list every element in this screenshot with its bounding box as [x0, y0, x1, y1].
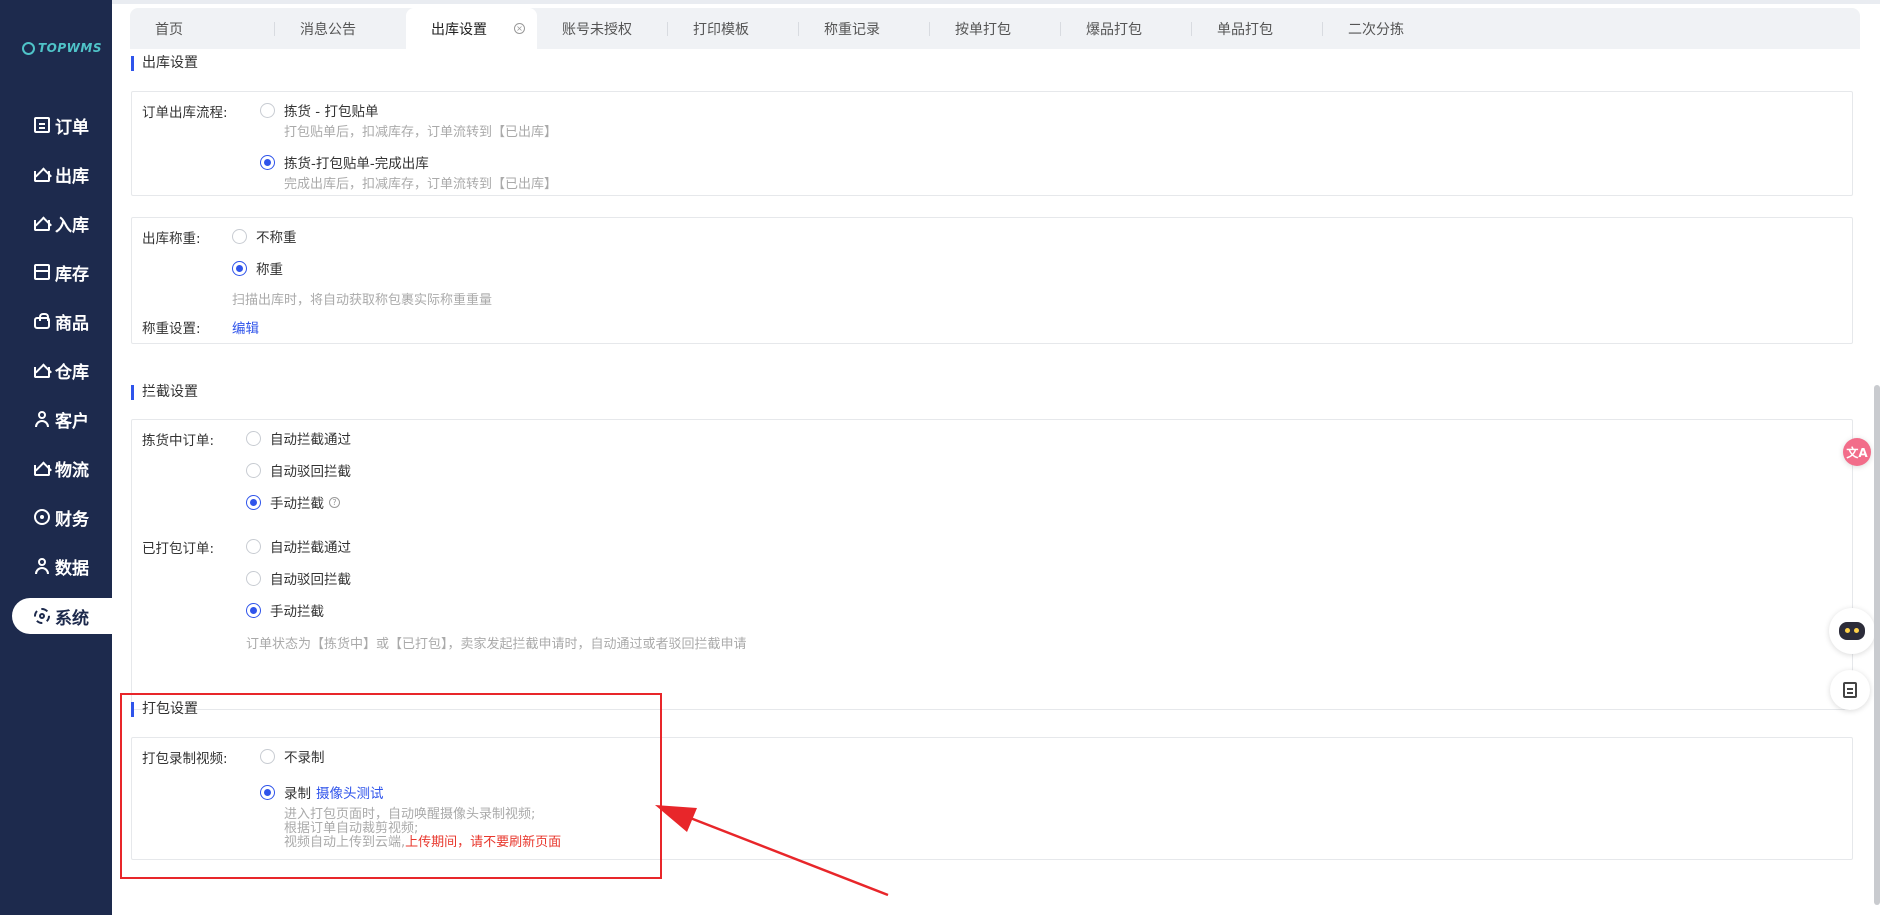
robot-face: [1839, 622, 1865, 640]
translate-icon[interactable]: 文A: [1843, 438, 1871, 466]
notes-icon[interactable]: [1830, 670, 1870, 710]
notes-glyph: [1843, 682, 1857, 698]
vertical-scrollbar[interactable]: [1874, 385, 1880, 905]
annotation-arrow: [655, 805, 889, 897]
robot-assistant-icon[interactable]: [1829, 608, 1875, 654]
